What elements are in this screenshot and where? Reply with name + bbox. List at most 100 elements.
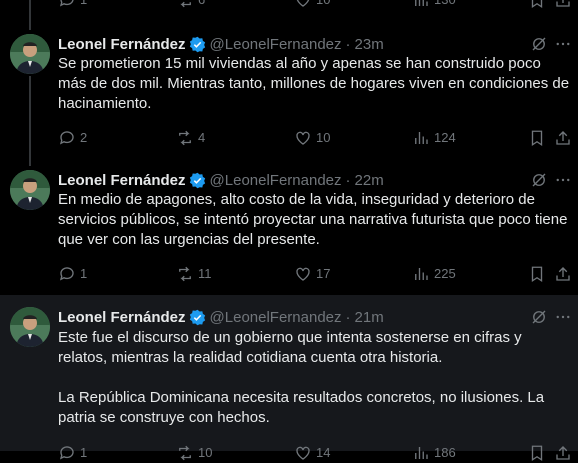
bookmark-button[interactable] — [528, 443, 546, 463]
bookmark-button[interactable] — [528, 128, 546, 148]
reply-icon — [59, 446, 74, 460]
reply-count: 1 — [80, 0, 87, 10]
like-button[interactable]: 10 — [294, 0, 330, 10]
repost-button[interactable]: 10 — [176, 443, 212, 463]
avatar-photo-icon — [10, 307, 50, 347]
grok-icon[interactable] — [530, 308, 548, 326]
tweet-actions: 1 10 14 186 — [58, 443, 570, 463]
avatar-photo-icon — [10, 34, 50, 74]
views-count: 130 — [434, 0, 456, 10]
reply-count: 2 — [80, 130, 88, 145]
views-button[interactable]: 186 — [412, 443, 456, 463]
repost-icon — [179, 445, 191, 461]
separator-dot: · — [345, 35, 351, 53]
reply-button[interactable]: 1 — [58, 0, 87, 10]
author-handle[interactable]: @LeonelFernandez — [210, 309, 342, 326]
bookmark-icon — [531, 0, 543, 9]
tweet-actions: 2 4 10 124 — [58, 128, 570, 148]
repost-icon — [179, 130, 191, 146]
like-count: 17 — [316, 266, 331, 281]
verified-badge-icon — [189, 36, 205, 52]
more-options-icon[interactable] — [554, 35, 572, 53]
tweet-text: Se prometieron 15 mil viviendas al año y… — [58, 55, 574, 112]
timestamp[interactable]: 22m — [355, 172, 384, 189]
tweet-actions: 1 11 17 225 — [58, 264, 570, 284]
like-count: 10 — [316, 130, 331, 145]
share-icon — [556, 131, 570, 145]
heart-icon — [296, 0, 310, 7]
share-button[interactable] — [554, 128, 572, 148]
repost-count: 6 — [198, 0, 205, 10]
reply-icon — [59, 267, 74, 281]
tweet-1[interactable]: Leonel Fernández @LeonelFernandez · 23m … — [0, 34, 578, 154]
reply-count: 1 — [80, 445, 88, 460]
like-button[interactable]: 17 — [294, 264, 330, 284]
tweet-actions-top: 1 6 10 130 — [58, 0, 570, 10]
heart-icon — [296, 446, 310, 460]
separator-dot: · — [345, 171, 351, 189]
like-button[interactable]: 10 — [294, 128, 330, 148]
views-icon — [415, 132, 428, 144]
more-options-icon[interactable] — [554, 171, 572, 189]
more-options-icon[interactable] — [554, 308, 572, 326]
tweet-text: Este fue el discurso de un gobierno que … — [58, 329, 545, 426]
views-button[interactable]: 225 — [412, 264, 456, 284]
reply-icon — [59, 131, 74, 145]
tweet-text: En medio de apagones, alto costo de la v… — [58, 191, 572, 248]
author-name[interactable]: Leonel Fernández — [58, 309, 186, 326]
like-button[interactable]: 14 — [294, 443, 330, 463]
like-count: 10 — [316, 0, 330, 10]
bookmark-icon — [531, 445, 543, 462]
repost-icon — [179, 266, 191, 282]
author-name[interactable]: Leonel Fernández — [58, 36, 186, 53]
reply-button[interactable]: 1 — [58, 264, 87, 284]
timestamp[interactable]: 21m — [355, 309, 384, 326]
avatar[interactable] — [10, 170, 50, 210]
reply-icon — [59, 0, 74, 7]
avatar[interactable] — [10, 34, 50, 74]
repost-count: 4 — [198, 130, 206, 145]
share-button[interactable] — [554, 264, 572, 284]
verified-badge-icon — [189, 309, 205, 325]
author-name[interactable]: Leonel Fernández — [58, 172, 186, 189]
views-count: 225 — [434, 266, 456, 281]
share-icon — [556, 267, 570, 281]
share-button[interactable] — [554, 0, 572, 10]
reply-button[interactable]: 1 — [58, 443, 87, 463]
repost-icon — [180, 1, 191, 8]
author-handle[interactable]: @LeonelFernandez — [210, 36, 342, 53]
reply-button[interactable]: 2 — [58, 128, 87, 148]
timestamp[interactable]: 23m — [355, 36, 384, 53]
repost-button[interactable]: 11 — [176, 264, 212, 284]
share-icon — [556, 446, 570, 460]
author-handle[interactable]: @LeonelFernandez — [210, 172, 342, 189]
views-button[interactable]: 124 — [412, 128, 456, 148]
bookmark-icon — [531, 266, 543, 283]
reply-count: 1 — [80, 266, 88, 281]
repost-count: 11 — [198, 266, 212, 281]
separator-dot: · — [345, 308, 351, 326]
avatar[interactable] — [10, 307, 50, 347]
verified-badge-icon — [189, 172, 205, 188]
views-icon — [415, 268, 428, 280]
heart-icon — [296, 267, 310, 281]
views-icon — [415, 0, 428, 6]
avatar-photo-icon — [10, 170, 50, 210]
tweet-3[interactable]: Leonel Fernández @LeonelFernandez · 21m … — [0, 295, 578, 462]
views-count: 124 — [434, 130, 456, 145]
bookmark-icon — [531, 130, 543, 147]
repost-button[interactable]: 6 — [176, 0, 205, 10]
thread-line — [29, 0, 31, 30]
repost-button[interactable]: 4 — [176, 128, 205, 148]
grok-icon[interactable] — [530, 35, 548, 53]
bookmark-button[interactable] — [528, 0, 546, 10]
tweet-2[interactable]: Leonel Fernández @LeonelFernandez · 22m … — [0, 170, 578, 290]
views-button[interactable]: 130 — [412, 0, 456, 10]
grok-icon[interactable] — [530, 171, 548, 189]
share-icon — [556, 0, 570, 7]
repost-count: 10 — [198, 445, 213, 460]
heart-icon — [296, 131, 310, 145]
share-button[interactable] — [554, 443, 572, 463]
bookmark-button[interactable] — [528, 264, 546, 284]
views-icon — [415, 447, 428, 459]
